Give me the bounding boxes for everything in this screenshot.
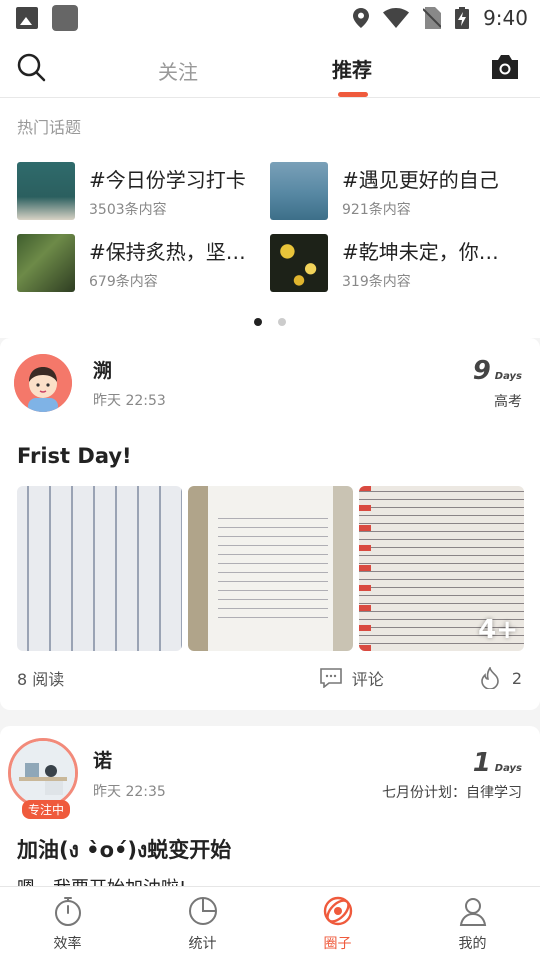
comment-label: 评论 xyxy=(351,670,384,689)
post-photo[interactable] xyxy=(188,486,353,651)
focus-badge: 专注中 xyxy=(22,800,71,819)
top-header: 关注 推荐 xyxy=(0,36,540,98)
nav-profile[interactable]: 我的 xyxy=(405,887,540,960)
stopwatch-icon xyxy=(54,896,81,926)
camera-icon[interactable] xyxy=(490,54,520,80)
comment-button[interactable]: 评论 xyxy=(319,666,384,690)
post-time: 昨天 22:53 xyxy=(93,393,166,409)
wifi-icon xyxy=(383,8,410,28)
post-photo[interactable]: 4+ xyxy=(359,486,524,651)
post-title: 加油(ง •̀o•́)ง蜕变开始 xyxy=(17,838,232,862)
days-counter: 9 Days xyxy=(473,356,522,386)
nav-label: 圈子 xyxy=(323,935,352,952)
topic-item[interactable]: #保持炙热，坚持… 679条内容 xyxy=(17,234,270,292)
nav-circle[interactable]: 圈子 xyxy=(270,887,405,960)
goal-tag[interactable]: 高考 xyxy=(494,391,522,411)
status-time: 9:40 xyxy=(483,6,528,30)
topic-thumbnail xyxy=(270,162,328,220)
carousel-dot[interactable] xyxy=(278,318,286,326)
topic-name: #遇见更好的自己 xyxy=(342,167,499,192)
post-card[interactable]: 溯 昨天 22:53 9 Days 高考 Frist Day! 4+ 8 阅读 … xyxy=(0,338,540,710)
read-count: 8 阅读 xyxy=(17,670,65,689)
pie-chart-icon xyxy=(188,896,217,925)
topic-item[interactable]: #遇见更好的自己 921条内容 xyxy=(270,162,523,220)
post-card[interactable]: 专注中 诺 昨天 22:35 1 Days 七月份计划：自律学习 加油(ง •̀… xyxy=(0,726,540,899)
carousel-dots xyxy=(0,318,540,326)
days-unit: Days xyxy=(494,371,522,382)
topic-thumbnail xyxy=(17,162,75,220)
topic-name: #乾坤未定，你我… xyxy=(342,239,514,264)
photo-grid: 4+ xyxy=(17,486,524,651)
topic-count: 679条内容 xyxy=(89,273,158,290)
nav-statistics[interactable]: 统计 xyxy=(135,887,270,960)
search-icon[interactable] xyxy=(16,52,46,82)
planet-icon xyxy=(323,896,352,925)
days-number: 1 xyxy=(472,748,491,778)
active-tab-indicator xyxy=(338,92,368,97)
app-notification-icon xyxy=(52,5,78,31)
status-bar: 9:40 xyxy=(0,0,540,36)
post-time: 昨天 22:35 xyxy=(93,784,166,800)
avatar[interactable] xyxy=(8,738,78,808)
more-photos-count: 4+ xyxy=(478,615,518,645)
days-unit: Days xyxy=(494,763,522,774)
bottom-nav: 效率 统计 圈子 我的 xyxy=(0,886,540,960)
comment-icon xyxy=(319,668,342,688)
topic-count: 319条内容 xyxy=(342,273,411,290)
nav-label: 统计 xyxy=(188,935,217,952)
carousel-dot-active[interactable] xyxy=(254,318,262,326)
tab-follow[interactable]: 关注 xyxy=(158,56,198,85)
post-title: Frist Day! xyxy=(17,444,132,468)
goal-tag[interactable]: 七月份计划：自律学习 xyxy=(382,782,522,802)
no-sim-icon xyxy=(423,7,442,29)
avatar[interactable] xyxy=(14,354,72,412)
tab-recommend[interactable]: 推荐 xyxy=(332,54,372,83)
like-button[interactable]: 2 xyxy=(480,667,522,689)
topic-count: 3503条内容 xyxy=(89,201,167,218)
days-counter: 1 Days xyxy=(473,748,522,778)
post-footer: 8 阅读 评论 2 xyxy=(17,666,522,690)
battery-charging-icon xyxy=(455,7,470,29)
nav-label: 我的 xyxy=(458,935,487,952)
hot-topics-title: 热门话题 xyxy=(17,118,82,137)
person-icon xyxy=(459,897,486,926)
post-photo[interactable] xyxy=(17,486,182,651)
gallery-notification-icon xyxy=(16,7,38,29)
topic-thumbnail xyxy=(17,234,75,292)
author-name[interactable]: 溯 xyxy=(93,356,112,383)
topic-name: #今日份学习打卡 xyxy=(89,167,246,192)
days-number: 9 xyxy=(472,356,491,386)
flame-icon xyxy=(481,667,499,689)
topic-thumbnail xyxy=(270,234,328,292)
boy-avatar-icon xyxy=(14,354,72,412)
topic-count: 921条内容 xyxy=(342,201,411,218)
author-name[interactable]: 诺 xyxy=(93,746,112,773)
desk-photo-avatar-icon xyxy=(11,741,75,805)
like-count: 2 xyxy=(511,668,522,688)
hot-topics-section: 热门话题 #今日份学习打卡 3503条内容 #遇见更好的自己 921条内容 #保… xyxy=(0,98,540,338)
location-icon xyxy=(353,8,370,28)
topic-item[interactable]: #乾坤未定，你我… 319条内容 xyxy=(270,234,523,292)
topic-item[interactable]: #今日份学习打卡 3503条内容 xyxy=(17,162,270,220)
topic-name: #保持炙热，坚持… xyxy=(89,239,261,264)
nav-efficiency[interactable]: 效率 xyxy=(0,887,135,960)
nav-label: 效率 xyxy=(53,935,82,952)
